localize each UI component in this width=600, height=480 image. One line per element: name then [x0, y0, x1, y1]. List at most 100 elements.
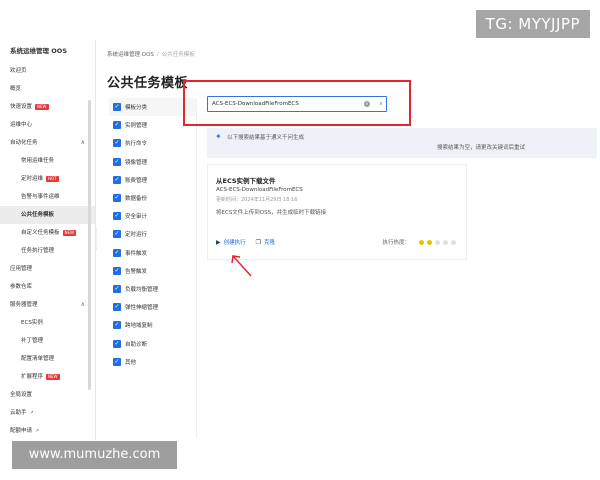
filter-label: 自助诊断 [125, 341, 148, 348]
sidebar-item[interactable]: 概览 [0, 80, 95, 98]
sidebar-item-label: 运维中心 [10, 122, 33, 128]
sidebar-item[interactable]: 服务器管理 ∧ [0, 296, 95, 314]
breadcrumb: 系统运维管理 OOS / 公共任务模板 [107, 50, 195, 58]
checkbox-checked-icon[interactable]: ✓ [113, 121, 121, 130]
card-title[interactable]: 从ECS实例下载文件 [216, 175, 276, 185]
filter-item[interactable]: ✓ 安全审计 [109, 207, 196, 225]
template-card[interactable]: 从ECS实例下载文件 ACS-ECS-DownloadFileFromECS 更… [207, 164, 467, 260]
annotation-highlight-box [183, 80, 411, 126]
sidebar-item[interactable]: 运维中心 [0, 116, 95, 134]
notice-line-2: 搜索结果为空，请更改关键词后重试 [436, 145, 525, 151]
clone-button[interactable]: ❐ 克隆 [255, 238, 275, 247]
checkbox-checked-icon[interactable]: ✓ [113, 139, 121, 148]
status-badge: NEW [35, 103, 49, 110]
sidebar-item[interactable]: 公共任务模板 [0, 206, 95, 224]
checkbox-checked-icon[interactable]: ✓ [113, 157, 121, 166]
sidebar-item[interactable]: 常用运维任务 [0, 152, 95, 170]
sparkle-icon: ✦ [215, 132, 222, 141]
checkbox-checked-icon[interactable]: ✓ [113, 303, 121, 312]
checkbox-checked-icon[interactable]: ✓ [113, 175, 121, 184]
filter-label: 告警触发 [125, 268, 148, 275]
sidebar-item-label: 补丁管理 [21, 338, 44, 344]
sidebar-item[interactable]: 配置清单管理 [0, 350, 95, 368]
sidebar-item[interactable]: 参数仓库 [0, 278, 95, 296]
filter-item[interactable]: ✓ 自助诊断 [109, 334, 196, 352]
sidebar-item[interactable]: 告警与事件运维 [0, 188, 95, 206]
sidebar-item-label: ECS实例 [21, 320, 43, 326]
checkbox-checked-icon[interactable]: ✓ [113, 212, 121, 221]
sidebar-item[interactable]: ECS实例 [0, 314, 95, 332]
sidebar-item[interactable]: 全局设置 [0, 386, 95, 404]
checkbox-checked-icon[interactable]: ✓ [113, 194, 121, 203]
filter-item[interactable]: ✓ 账费管理 [109, 171, 196, 189]
page: TG: MYYJJPP 系统运维管理 OOS 欢迎页 概览 快速设置 NEW 运维中心自… [0, 0, 600, 480]
heat-dot [427, 239, 432, 245]
checkbox-checked-icon[interactable]: ✓ [113, 357, 121, 366]
sidebar-item[interactable]: 应用管理 [0, 260, 95, 278]
card-updated-time: 更新时间：2024年11月29日 18:16 [216, 197, 298, 203]
chevron-up-icon[interactable]: ∧ [81, 296, 85, 314]
filter-item[interactable]: ✓ 弹性伸缩管理 [109, 298, 196, 316]
checkbox-checked-icon[interactable]: ✓ [113, 230, 121, 239]
filter-item[interactable]: ✓ 定时运行 [109, 225, 196, 243]
sidebar-item-label: 自动化任务 [10, 140, 38, 146]
breadcrumb-root[interactable]: 系统运维管理 OOS [107, 52, 154, 58]
filter-item[interactable]: ✓ 负载均衡管理 [109, 280, 196, 298]
annotation-arrow [231, 255, 252, 277]
checkbox-checked-icon[interactable]: ✓ [113, 103, 121, 112]
notice-line-1: 以下搜索结果基于通义千问生成 [227, 135, 305, 141]
sidebar-item[interactable]: 快速设置 NEW [0, 98, 95, 116]
heat-dot [443, 239, 448, 245]
filter-label: 事件触发 [125, 250, 148, 257]
execution-heat: 执行热度： [382, 238, 456, 246]
checkbox-checked-icon[interactable]: ✓ [113, 266, 121, 275]
sidebar-item[interactable]: 任务执行管理 [0, 242, 95, 260]
filter-label: 安全审计 [125, 214, 148, 221]
checkbox-checked-icon[interactable]: ✓ [113, 321, 121, 330]
sidebar-item[interactable]: 自定义任务模板 NEW [0, 224, 95, 242]
sidebar-item[interactable]: 欢迎页 [0, 62, 95, 80]
filter-label: 弹性伸缩管理 [125, 305, 159, 312]
sidebar-item-label: 快速设置 [10, 104, 33, 110]
filter-item[interactable]: ✓ 镜像管理 [109, 153, 196, 171]
sidebar-item-label: 配置清单管理 [21, 356, 55, 362]
sidebar-item[interactable]: 云助手 ↗ [0, 404, 95, 422]
checkbox-checked-icon[interactable]: ✓ [113, 248, 121, 257]
top-watermark: TG: MYYJJPP [475, 10, 590, 38]
filter-item[interactable]: ✓ 执行命令 [109, 134, 196, 152]
filter-item[interactable]: ✓ 事件触发 [109, 244, 196, 262]
heat-label: 执行热度： [382, 240, 410, 246]
copy-icon: ❐ [255, 238, 262, 246]
filter-item[interactable]: ✓ 数据备份 [109, 189, 196, 207]
external-link-icon: ↗ [35, 428, 40, 434]
create-execution-label: 创建执行 [223, 240, 246, 246]
sidebar-scrollbar[interactable] [88, 100, 91, 390]
filter-item[interactable]: ✓ 跨地域复制 [109, 316, 196, 334]
checkbox-checked-icon[interactable]: ✓ [113, 284, 121, 293]
page-title: 公共任务模板 [107, 76, 189, 91]
play-icon: ▶ [216, 238, 221, 246]
card-template-name: ACS-ECS-DownloadFileFromECS [216, 187, 303, 193]
sidebar-item[interactable]: 定时运维 HOT [0, 170, 95, 188]
heat-dot [435, 239, 440, 245]
sidebar: 系统运维管理 OOS 欢迎页 概览 快速设置 NEW 运维中心 自动化任务 ∧ 常用运维任务定… [0, 40, 96, 480]
sidebar-item[interactable]: 补丁管理 [0, 332, 95, 350]
checkbox-checked-icon[interactable]: ✓ [113, 339, 121, 348]
status-badge: NEW [62, 229, 76, 236]
sidebar-item[interactable]: 配额申请 ↗ [0, 422, 95, 440]
filter-label: 模板分类 [125, 105, 148, 112]
card-actions: ▶ 创建执行 ❐ 克隆 [216, 238, 285, 247]
chevron-up-icon[interactable]: ∧ [81, 134, 85, 152]
filter-label: 其他 [125, 359, 137, 366]
sidebar-item[interactable]: 自动化任务 ∧ [0, 134, 95, 152]
filter-label: 定时运行 [125, 232, 148, 239]
sidebar-item-label: 常用运维任务 [21, 158, 55, 164]
sidebar-item-label: 参数仓库 [10, 284, 33, 290]
category-filter-list: ✓ 模板分类 ✓ 实例管理 ✓ 执行命令 ✓ 镜像管理 ✓ 账费管理 ✓ 数据备份 ✓ 安全审计 ✓ 定时运行… [109, 98, 197, 438]
filter-label: 负载均衡管理 [125, 286, 159, 293]
filter-item[interactable]: ✓ 其他 [109, 353, 196, 371]
sidebar-item[interactable]: 扩展程序 NEW [0, 368, 95, 386]
filter-item[interactable]: ✓ 告警触发 [109, 262, 196, 280]
filter-label: 镜像管理 [125, 159, 148, 166]
create-execution-button[interactable]: ▶ 创建执行 [216, 238, 246, 247]
